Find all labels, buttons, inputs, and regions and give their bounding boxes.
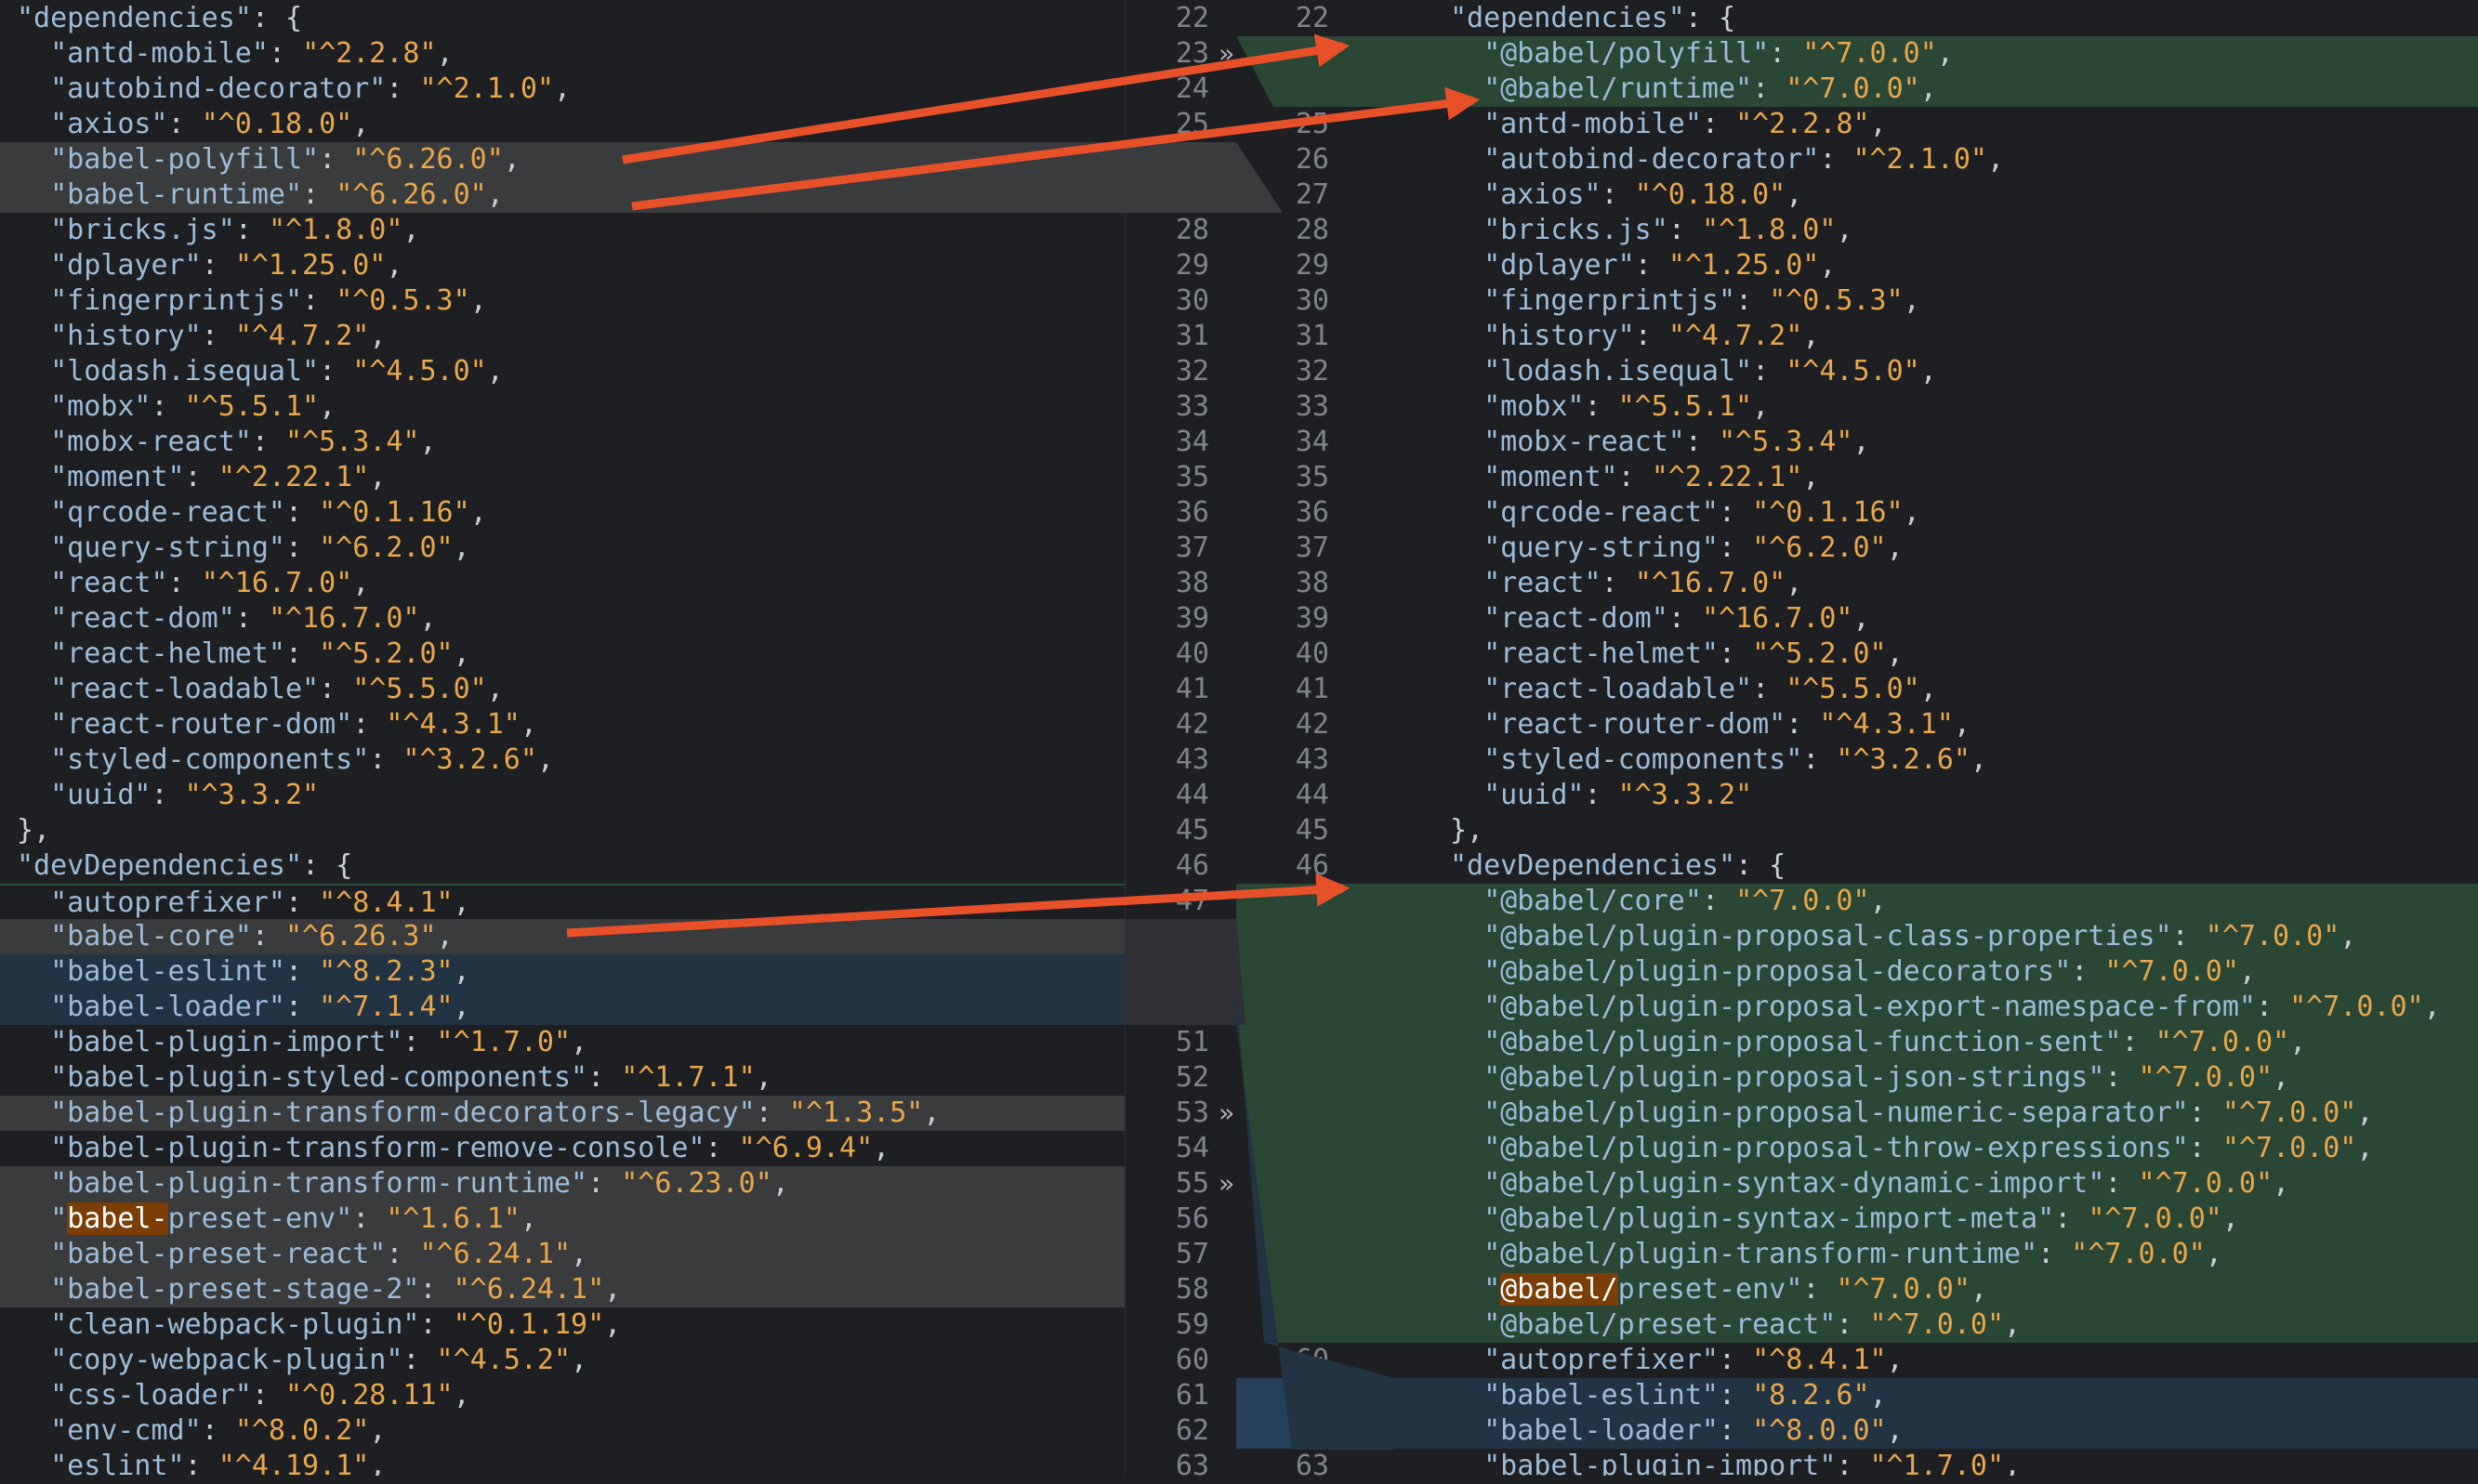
change-connector xyxy=(1125,919,1246,1025)
change-connector xyxy=(1236,36,1394,107)
diff-connector xyxy=(1125,36,1394,1450)
change-connector xyxy=(1125,142,1283,213)
